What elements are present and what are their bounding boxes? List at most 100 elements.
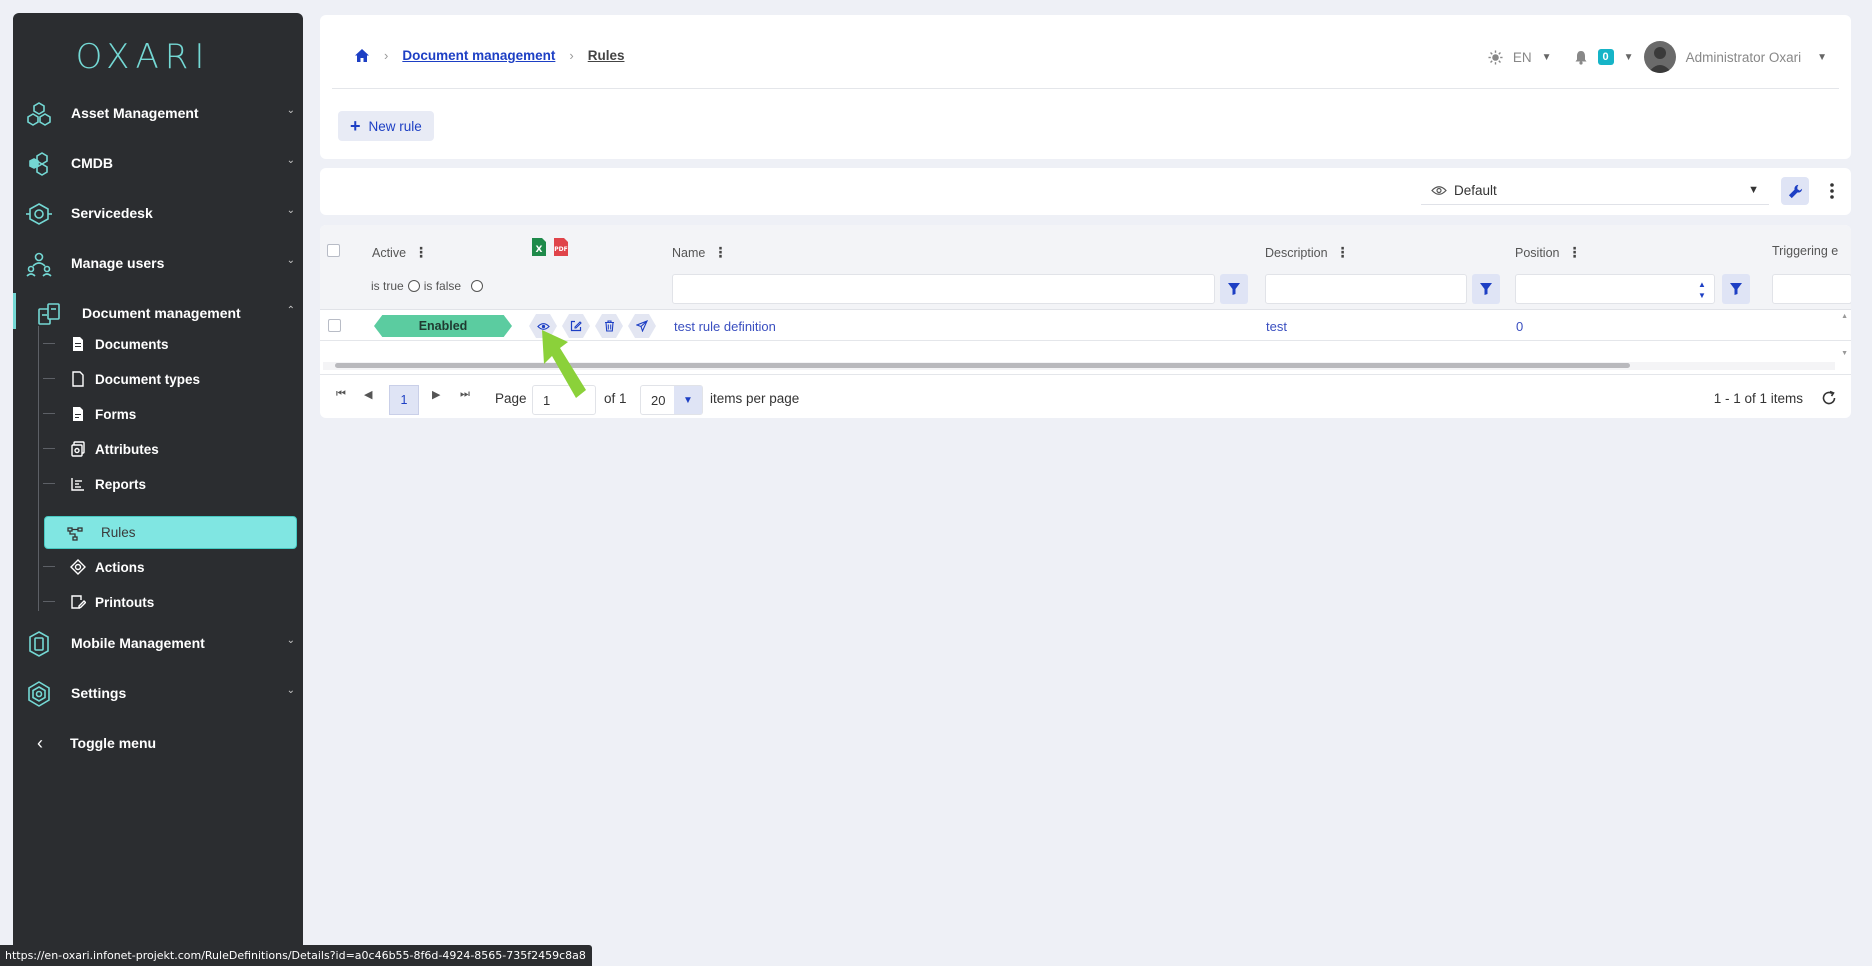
sidebar-item-actions[interactable]: Actions [43, 550, 303, 584]
column-menu-icon[interactable]: ⋮ [1336, 244, 1350, 261]
svg-text:X: X [536, 245, 543, 255]
vertical-scrollbar[interactable]: ▲ ▼ [1841, 313, 1848, 357]
column-menu-icon[interactable]: ⋮ [1567, 244, 1581, 261]
view-select[interactable]: Default ▼ [1421, 177, 1769, 205]
sidebar-item-rules[interactable]: Rules [44, 516, 297, 549]
edit-button[interactable] [562, 314, 590, 338]
column-menu-icon[interactable]: ⋮ [713, 244, 727, 261]
current-page-button[interactable]: 1 [389, 385, 419, 415]
next-page-icon[interactable]: ▶ [432, 388, 440, 401]
description-filter-button[interactable] [1472, 274, 1500, 304]
nav-settings[interactable]: Settings ⌄ [13, 671, 303, 715]
last-page-icon[interactable]: ⏭ [460, 388, 470, 401]
delete-button[interactable] [595, 314, 623, 338]
column-name[interactable]: Name ⋮ [672, 244, 727, 261]
caret-down-icon[interactable]: ▼ [1624, 52, 1634, 63]
nav-cmdb[interactable]: CMDB ⌄ [13, 141, 303, 185]
tree-tick [43, 566, 55, 567]
rule-description[interactable]: test [1266, 319, 1287, 334]
sidebar-item-document-types[interactable]: Document types [43, 362, 303, 396]
breadcrumb-current[interactable]: Rules [588, 48, 625, 63]
view-details-button[interactable] [529, 314, 557, 338]
avatar[interactable] [1643, 41, 1676, 73]
nav-label: Manage users [71, 255, 165, 271]
pdf-export-icon[interactable]: PDF [553, 237, 569, 257]
nav-servicedesk[interactable]: Servicedesk ⌄ [13, 191, 303, 235]
column-position[interactable]: Position ⋮ [1515, 244, 1581, 261]
documents-icon [38, 303, 60, 325]
toggle-menu-label: Toggle menu [70, 735, 157, 751]
brightness-icon[interactable] [1488, 49, 1503, 65]
select-all-checkbox[interactable] [327, 244, 340, 257]
sidebar-item-reports[interactable]: Reports [43, 467, 303, 501]
column-title: Name [672, 245, 706, 260]
caret-down-icon[interactable]: ▼ [1817, 52, 1827, 63]
refresh-icon[interactable] [1821, 390, 1837, 406]
chevron-down-icon: ⌄ [286, 105, 295, 116]
name-filter-button[interactable] [1220, 274, 1248, 304]
edit-icon [570, 320, 582, 332]
sidebar-item-attributes[interactable]: Attributes [43, 432, 303, 466]
bell-icon[interactable] [1574, 50, 1588, 65]
scroll-up-icon[interactable]: ▲ [1841, 313, 1848, 320]
sub-label: Reports [95, 476, 147, 492]
stepper-up-icon[interactable]: ▲ [1698, 280, 1706, 289]
toggle-menu-button[interactable]: ‹ Toggle menu [13, 723, 303, 763]
nav-mobile-management[interactable]: Mobile Management ⌄ [13, 621, 303, 665]
sidebar-item-documents[interactable]: Documents [43, 327, 303, 361]
caret-down-icon[interactable]: ▼ [1542, 52, 1552, 63]
sub-label: Documents [95, 336, 169, 352]
description-filter-input[interactable] [1265, 274, 1467, 304]
column-triggering[interactable]: Triggering e [1772, 244, 1838, 258]
name-filter-input[interactable] [672, 274, 1215, 304]
kebab-icon [1830, 183, 1834, 199]
send-button[interactable] [628, 314, 656, 338]
status-badge: Enabled [374, 315, 512, 337]
caret-down-icon[interactable]: ▼ [674, 386, 702, 414]
mobile-icon [29, 631, 49, 657]
sidebar-item-forms[interactable]: Forms [43, 397, 303, 431]
chevron-down-icon: ⌄ [286, 635, 295, 646]
notification-badge[interactable]: 0 [1597, 49, 1614, 65]
home-icon[interactable] [354, 48, 370, 63]
svg-text:PDF: PDF [554, 246, 567, 253]
plus-icon: + [350, 116, 361, 136]
breadcrumb-document-management-link[interactable]: Document management [402, 48, 555, 63]
previous-page-icon[interactable]: ◀ [364, 388, 372, 401]
excel-export-icon[interactable]: X [531, 237, 547, 257]
scroll-down-icon[interactable]: ▼ [1841, 350, 1848, 357]
position-stepper[interactable]: ▲ ▼ [1695, 277, 1709, 303]
position-filter-input[interactable] [1515, 274, 1715, 304]
caret-down-icon: ▼ [1748, 184, 1759, 196]
pager: ⏮ ◀ 1 ▶ ⏭ Page 1 of 1 20 ▼ items per pag… [320, 374, 1851, 418]
page-number-input[interactable]: 1 [532, 385, 596, 415]
nav-manage-users[interactable]: Manage users ⌄ [13, 241, 303, 285]
sidebar-item-printouts[interactable]: Printouts [43, 585, 303, 619]
position-filter-button[interactable] [1722, 274, 1750, 304]
language-selector[interactable]: EN [1513, 50, 1532, 65]
table-row[interactable]: Enabled test rule definition test 0 [320, 311, 1851, 341]
column-description[interactable]: Description ⋮ [1265, 244, 1350, 261]
page-size-value: 20 [651, 393, 666, 408]
stepper-down-icon[interactable]: ▼ [1698, 291, 1706, 300]
new-rule-button[interactable]: + New rule [338, 111, 434, 141]
rule-position[interactable]: 0 [1516, 319, 1523, 334]
user-name[interactable]: Administrator Oxari [1686, 50, 1802, 65]
grid-settings-button[interactable] [1781, 177, 1809, 205]
radio-false[interactable] [471, 280, 484, 292]
first-page-icon[interactable]: ⏮ [336, 388, 346, 401]
row-checkbox[interactable] [328, 319, 341, 332]
document-outline-icon [72, 371, 84, 387]
more-options-button[interactable] [1822, 177, 1842, 205]
rule-name-link[interactable]: test rule definition [674, 319, 776, 334]
column-active[interactable]: Active ⋮ [372, 244, 428, 261]
tree-tick [43, 343, 55, 344]
nav-asset-management[interactable]: Asset Management ⌄ [13, 91, 303, 135]
horizontal-scrollbar-thumb[interactable] [335, 363, 1630, 368]
oxari-logo[interactable]: OXARI [13, 37, 273, 77]
page-size-select[interactable]: 20 ▼ [640, 385, 703, 415]
radio-true[interactable] [407, 280, 420, 292]
page-of-label: of 1 [604, 391, 627, 406]
column-menu-icon[interactable]: ⋮ [414, 244, 428, 261]
triggering-filter-input[interactable] [1772, 274, 1851, 304]
